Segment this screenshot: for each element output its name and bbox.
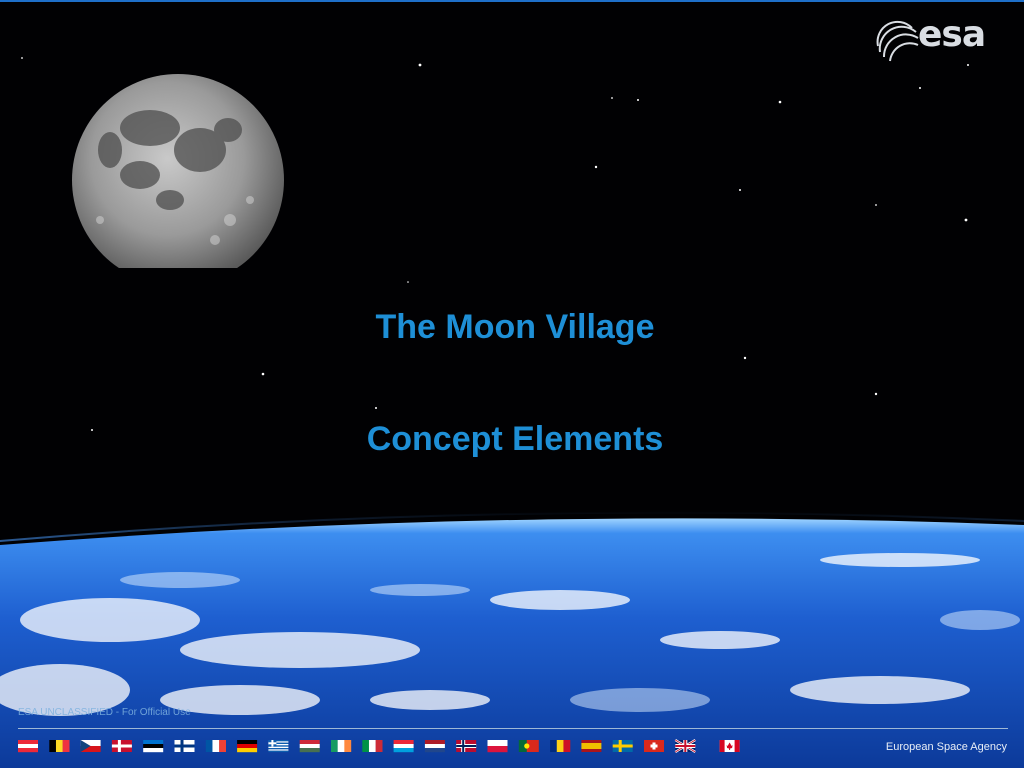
czech-flag: [80, 740, 101, 752]
finland-flag: [174, 740, 195, 752]
austria-flag: [18, 740, 38, 753]
portugal-flag: [518, 740, 539, 752]
norway-flag: [456, 740, 477, 752]
italy-flag: [362, 740, 383, 752]
slide-subtitle: Concept Elements: [366, 420, 664, 458]
agency-name: European Space Agency: [885, 741, 1007, 753]
spain-flag: [581, 740, 602, 752]
earth-horizon-image: [0, 511, 1024, 768]
belgium-flag: [49, 740, 70, 752]
member-state-flags: [18, 738, 740, 754]
slide: esa The Moon Village Concept Elements ES…: [0, 0, 1024, 768]
estonia-flag: [143, 740, 164, 753]
switzerland-flag: [644, 740, 664, 752]
sweden-flag: [612, 740, 633, 752]
germany-flag: [237, 740, 258, 753]
denmark-flag: [111, 740, 132, 752]
esa-logo-text: esa: [918, 14, 986, 55]
slide-title: The Moon Village: [375, 308, 655, 346]
uk-flag: [674, 738, 696, 754]
luxembourg-flag: [393, 740, 414, 753]
poland-flag: [487, 740, 508, 753]
netherlands-flag: [424, 740, 445, 753]
france-flag: [205, 740, 226, 752]
top-accent-line: [0, 0, 1024, 2]
hungary-flag: [299, 740, 320, 753]
greece-flag: [268, 740, 289, 753]
ireland-flag: [331, 740, 352, 752]
classification-label: ESA UNCLASSIFIED - For Official Use: [18, 707, 191, 718]
romania-flag: [550, 740, 571, 752]
footer-divider: [18, 728, 1008, 729]
canada-flag: [719, 740, 740, 752]
